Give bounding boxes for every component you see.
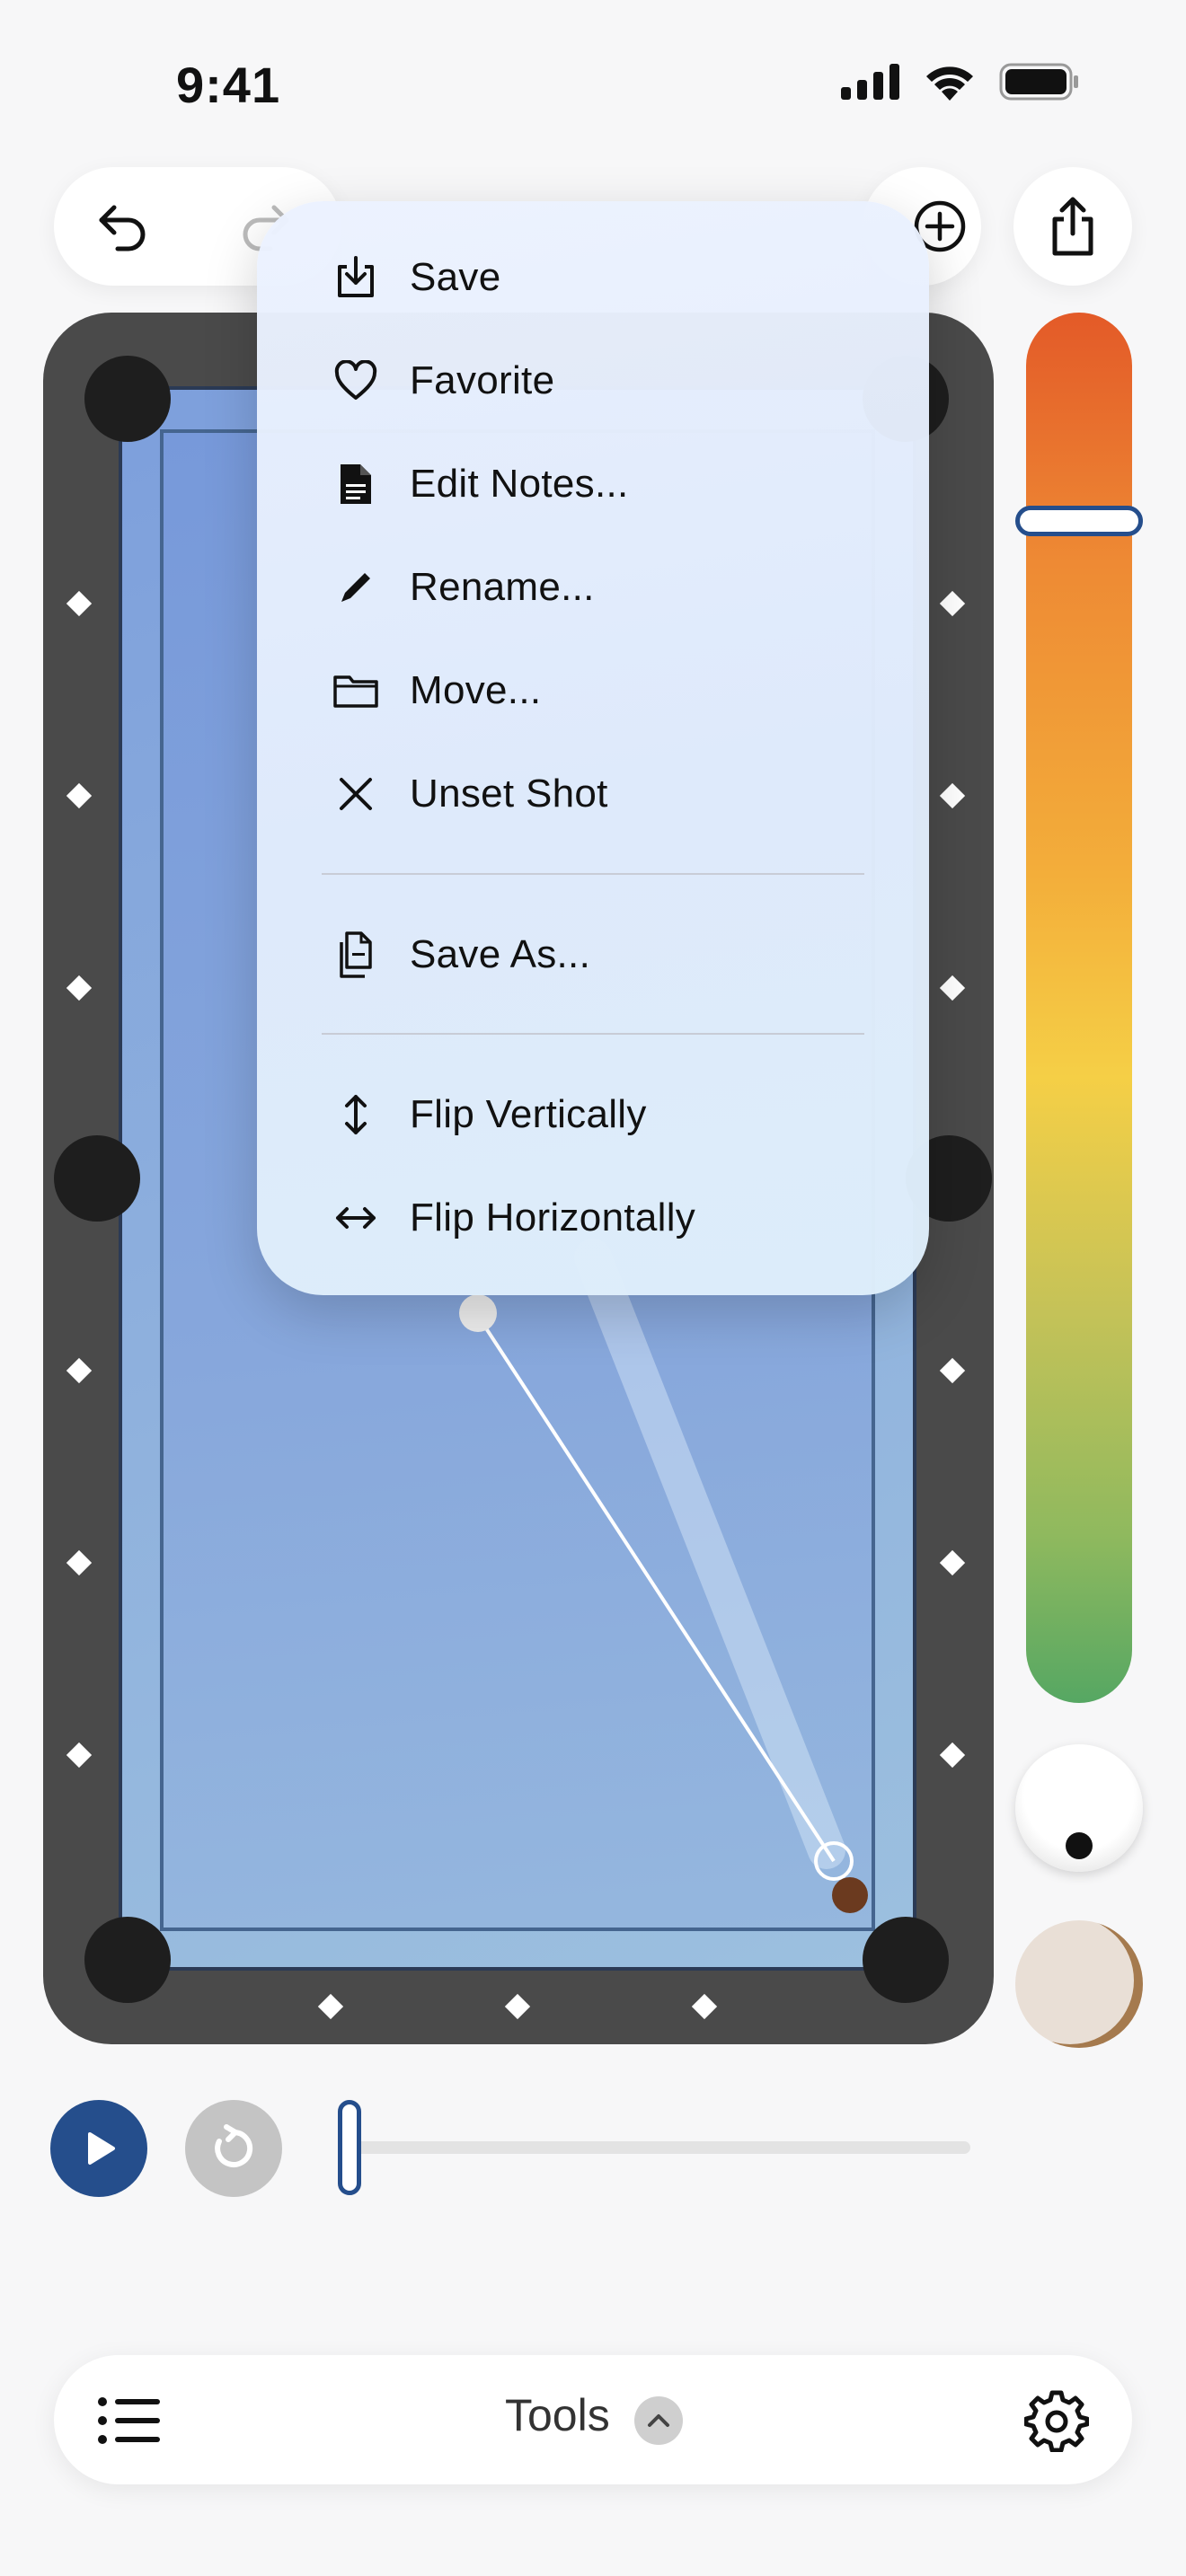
menu-item-label: Save As...	[410, 932, 591, 976]
menu-item-flip-vertically[interactable]: Flip Vertically	[257, 1065, 929, 1164]
list-icon	[98, 2397, 160, 2444]
x-icon	[329, 767, 383, 821]
menu-item-favorite[interactable]: Favorite	[257, 331, 929, 430]
menu-separator	[322, 873, 864, 875]
menu-item-label: Flip Vertically	[410, 1092, 647, 1136]
menu-item-rename[interactable]: Rename...	[257, 538, 929, 637]
playback-scrubber-thumb[interactable]	[338, 2100, 361, 2195]
heart-icon	[329, 354, 383, 408]
document-icon	[329, 457, 383, 511]
save-download-icon	[329, 251, 383, 304]
tools-label[interactable]: Tools	[505, 2389, 610, 2441]
undo-button[interactable]	[81, 185, 164, 268]
replay-icon	[215, 2124, 253, 2167]
horizontal-arrows-icon	[329, 1191, 383, 1245]
share-button[interactable]	[1013, 167, 1132, 286]
replay-button[interactable]	[185, 2100, 282, 2197]
cellular-signal-icon	[841, 64, 899, 100]
menu-item-flip-horizontally[interactable]: Flip Horizontally	[257, 1169, 929, 1267]
menu-item-edit-notes[interactable]: Edit Notes...	[257, 435, 929, 534]
ball-color-selector[interactable]	[1015, 1920, 1143, 2048]
undo-arrow-icon	[99, 205, 146, 251]
menu-item-move[interactable]: Move...	[257, 641, 929, 740]
pencil-icon	[329, 560, 383, 614]
pocket-bottom-right	[863, 1917, 949, 2003]
menu-item-label: Save	[410, 255, 501, 299]
folder-icon	[329, 664, 383, 718]
battery-icon	[999, 63, 1078, 101]
power-slider-thumb[interactable]	[1015, 506, 1143, 537]
vertical-arrows-icon	[329, 1088, 383, 1142]
status-time: 9:41	[176, 57, 281, 113]
chevron-up-icon	[648, 2414, 669, 2427]
gear-icon	[1024, 2390, 1089, 2452]
tools-expand-button[interactable]	[634, 2396, 683, 2445]
pocket-bottom-left	[84, 1917, 171, 2003]
share-icon	[1052, 197, 1093, 256]
menu-item-unset-shot[interactable]: Unset Shot	[257, 745, 929, 843]
menu-item-save-as[interactable]: Save As...	[257, 905, 929, 1004]
menu-separator	[322, 1033, 864, 1035]
menu-item-save[interactable]: Save	[257, 228, 929, 327]
menu-item-label: Unset Shot	[410, 772, 608, 816]
menu-item-label: Favorite	[410, 358, 555, 402]
menu-item-label: Edit Notes...	[410, 462, 629, 506]
list-button[interactable]	[90, 2384, 169, 2457]
menu-item-label: Move...	[410, 668, 542, 712]
status-icons	[841, 63, 1080, 101]
play-icon	[88, 2132, 115, 2165]
context-menu: Save Favorite Edit Notes... Rename... Mo…	[257, 201, 929, 1295]
pocket-middle-left	[54, 1135, 140, 1222]
wifi-icon	[926, 66, 973, 101]
playback-scrubber-track[interactable]	[338, 2141, 970, 2154]
pocket-top-left	[84, 356, 171, 442]
menu-item-label: Flip Horizontally	[410, 1195, 696, 1239]
settings-button[interactable]	[1017, 2380, 1096, 2459]
spin-contact-dot[interactable]	[1066, 1832, 1093, 1859]
play-button[interactable]	[50, 2100, 147, 2197]
copy-docs-icon	[329, 928, 383, 982]
menu-item-label: Rename...	[410, 565, 595, 609]
